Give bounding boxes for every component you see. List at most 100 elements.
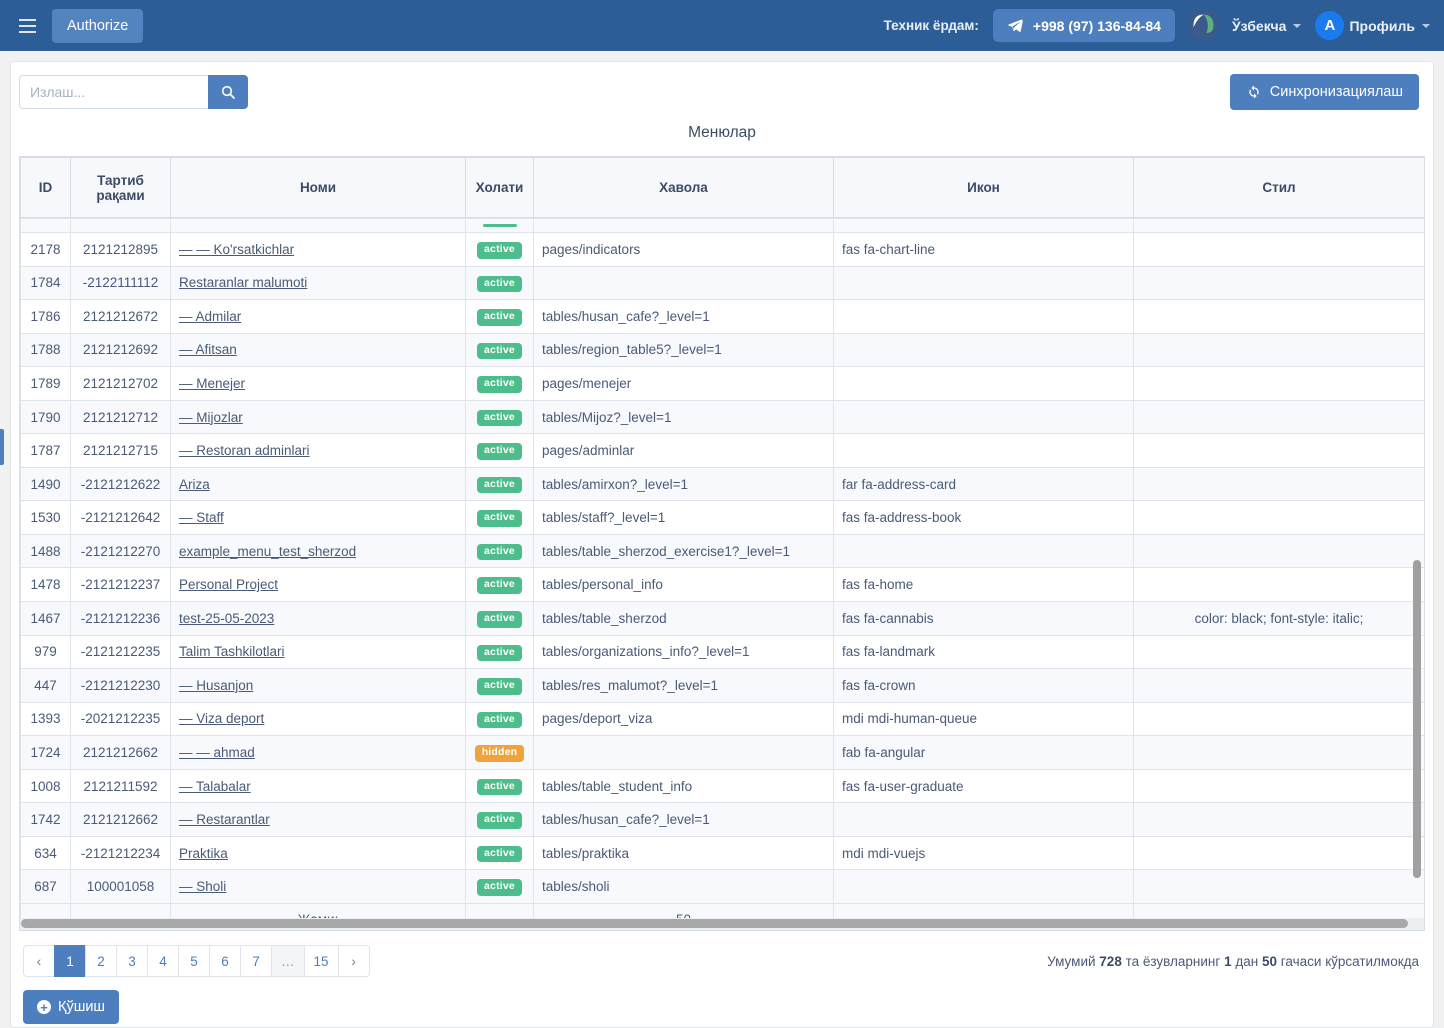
summary-from: 1 [1224,953,1232,969]
cell-link: tables/husan_cafe?_level=1 [533,802,834,837]
column-header-id[interactable]: ID [20,157,71,218]
menu-name-link[interactable]: — Admilar [179,309,241,324]
menu-name-link[interactable]: — Restarantlar [179,812,270,827]
cell-order: -2121212234 [70,835,171,871]
table-row[interactable]: 1008 2121211592 — Talabalar active tables/ta… [20,768,1424,804]
table-vertical-scrollbar[interactable] [1413,560,1421,878]
menu-name-link[interactable]: — — Ko'rsatkichlar [179,242,294,257]
menu-name-link[interactable]: — — ahmad [179,745,255,760]
cell-name: Talim Tashkilotlari [170,634,466,670]
pagination-page-5[interactable]: 5 [178,945,210,977]
content-card: Синхронизациялаш Менюлар ID Тартиб рақам… [10,61,1434,1028]
menu-name-link[interactable]: Talim Tashkilotlari [179,644,285,659]
cell-style [1133,869,1424,904]
menu-name-link[interactable]: — Afitsan [179,342,237,357]
table-row[interactable]: 1490 -2121212622 Ariza active tables/amirxon… [20,466,1424,502]
table-row[interactable]: 1530 -2121212642 — Staff active tables/staff… [20,500,1424,535]
chevron-down-icon [1422,23,1430,28]
menu-name-link[interactable]: — Mijozlar [179,410,243,425]
authorize-button[interactable]: Authorize [52,8,144,43]
table-row[interactable]: 687 100001058 — Sholi active tables/sholi [20,869,1424,904]
column-header-style[interactable]: Стил [1133,157,1424,218]
status-badge: active [477,845,522,863]
menu-name-link[interactable]: — Restoran adminlari [179,443,310,458]
app-logo-icon[interactable] [1188,11,1218,40]
menu-name-link[interactable]: — Talabalar [179,779,251,794]
table-horizontal-scrollbar[interactable] [19,918,1425,931]
table-row[interactable]: 1788 2121212692 — Afitsan active tables/regi… [20,332,1424,368]
cell-link: pages/deport_viza [533,701,834,737]
table-row[interactable]: 1784 -2122111112 Restaranlar malumoti activ… [20,265,1424,301]
cell-icon [833,265,1134,301]
table-header-row: ID Тартиб рақами Номи Холати Хавола Икон… [20,157,1424,218]
table-row[interactable]: 1393 -2021212235 — Viza deport active pages/… [20,701,1424,737]
cell-icon: fas fa-landmark [833,634,1134,670]
cell-order: 2121212715 [70,433,171,468]
language-selector[interactable]: Ўзбекча [1232,18,1302,34]
cell-link: tables/table_student_info [533,768,834,804]
support-phone-number: +998 (97) 136-84-84 [1032,17,1161,34]
sidebar-toggle-handle[interactable] [0,429,4,465]
table-row[interactable]: 1467 -2121212236 test-25-05-2023 active tabl… [20,601,1424,636]
table-row[interactable]: 1478 -2121212237 Personal Project active tab… [20,567,1424,603]
table-row[interactable]: 1787 2121212715 — Restoran adminlari active… [20,433,1424,468]
table-row[interactable]: 979 -2121212235 Talim Tashkilotlari active t… [20,634,1424,670]
profile-menu[interactable]: A Профиль [1315,11,1430,40]
support-phone-button[interactable]: +998 (97) 136-84-84 [992,9,1175,42]
column-header-order[interactable]: Тартиб рақами [70,157,171,218]
cell-order: -2121212622 [70,466,171,502]
table-row[interactable]: 1786 2121212672 — Admilar active tables/husa… [20,299,1424,334]
menu-name-link[interactable]: Praktika [179,846,228,861]
table-row[interactable]: 1724 2121212662 — — ahmad hidden fab fa-angu… [20,735,1424,770]
pagination-page-3[interactable]: 3 [116,945,148,977]
pagination-prev-button[interactable]: ‹ [23,945,55,977]
cell-icon: fas fa-address-book [833,500,1134,535]
menu-name-link[interactable]: Restaranlar malumoti [179,275,307,290]
menu-name-link[interactable]: test-25-05-2023 [179,611,274,626]
menu-name-link[interactable]: — Menejer [179,376,245,391]
column-header-name[interactable]: Номи [170,157,466,218]
cell-icon: mdi mdi-human-queue [833,701,1134,737]
cell-style [1133,668,1424,703]
pagination-next-button[interactable]: › [337,945,370,977]
pagination-page-1[interactable]: 1 [54,945,86,977]
column-header-icon[interactable]: Икон [833,157,1134,218]
pagination-page-2[interactable]: 2 [85,945,117,977]
cell-id: 1742 [20,802,71,837]
search-input[interactable] [19,75,208,109]
column-header-state[interactable]: Холати [465,157,534,218]
cell-state: active [465,466,534,502]
cell-state: active [465,399,534,435]
menu-name-link[interactable]: — Sholi [179,879,226,894]
table-scroll-viewport[interactable]: 2178 2121212895 — — Ko'rsatkichlar active pa… [20,218,1424,918]
table-row[interactable]: 1789 2121212702 — Menejer active pages/menej… [20,366,1424,401]
sync-button[interactable]: Синхронизациялаш [1229,74,1419,110]
table-row[interactable]: 1742 2121212662 — Restarantlar active tables… [20,802,1424,837]
table-row[interactable]: 1488 -2121212270 example_menu_test_sherzod… [20,533,1424,569]
table-row[interactable]: 447 -2121212230 — Husanjon active tables/res… [20,668,1424,703]
pagination-page-6[interactable]: 6 [209,945,241,977]
menu-name-link[interactable]: Ariza [179,477,210,492]
menu-name-link[interactable]: Personal Project [179,577,278,592]
cell-name: — Husanjon [170,668,466,703]
search-button[interactable] [208,75,248,109]
menu-name-link[interactable]: — Staff [179,510,224,525]
pagination-page-15[interactable]: 15 [303,945,339,977]
menu-name-link[interactable]: — Husanjon [179,678,253,693]
pagination-page-4[interactable]: 4 [147,945,179,977]
hamburger-icon[interactable] [10,9,44,43]
cell-id: 1478 [20,567,71,603]
table-row[interactable]: 634 -2121212234 Praktika active tables/prakt… [20,835,1424,871]
table-row[interactable]: 2178 2121212895 — — Ko'rsatkichlar active pa… [20,232,1424,267]
menu-name-link[interactable]: — Viza deport [179,711,264,726]
table-row[interactable]: 1790 2121212712 — Mijozlar active tables/Mij… [20,399,1424,435]
horizontal-scroll-thumb[interactable] [21,919,1408,928]
total-cell-order [70,902,171,918]
menu-name-link[interactable]: example_menu_test_sherzod [179,544,356,559]
column-header-link[interactable]: Хавола [533,157,834,218]
pagination-page-7[interactable]: 7 [240,945,272,977]
pagination-summary: Умумий 728 та ёзувларнинг 1 дан 50 гачас… [1047,954,1419,969]
cell-name: — Sholi [170,869,466,904]
cell-icon: fas fa-crown [833,668,1134,703]
add-button[interactable]: + Қўшиш [23,990,120,1024]
